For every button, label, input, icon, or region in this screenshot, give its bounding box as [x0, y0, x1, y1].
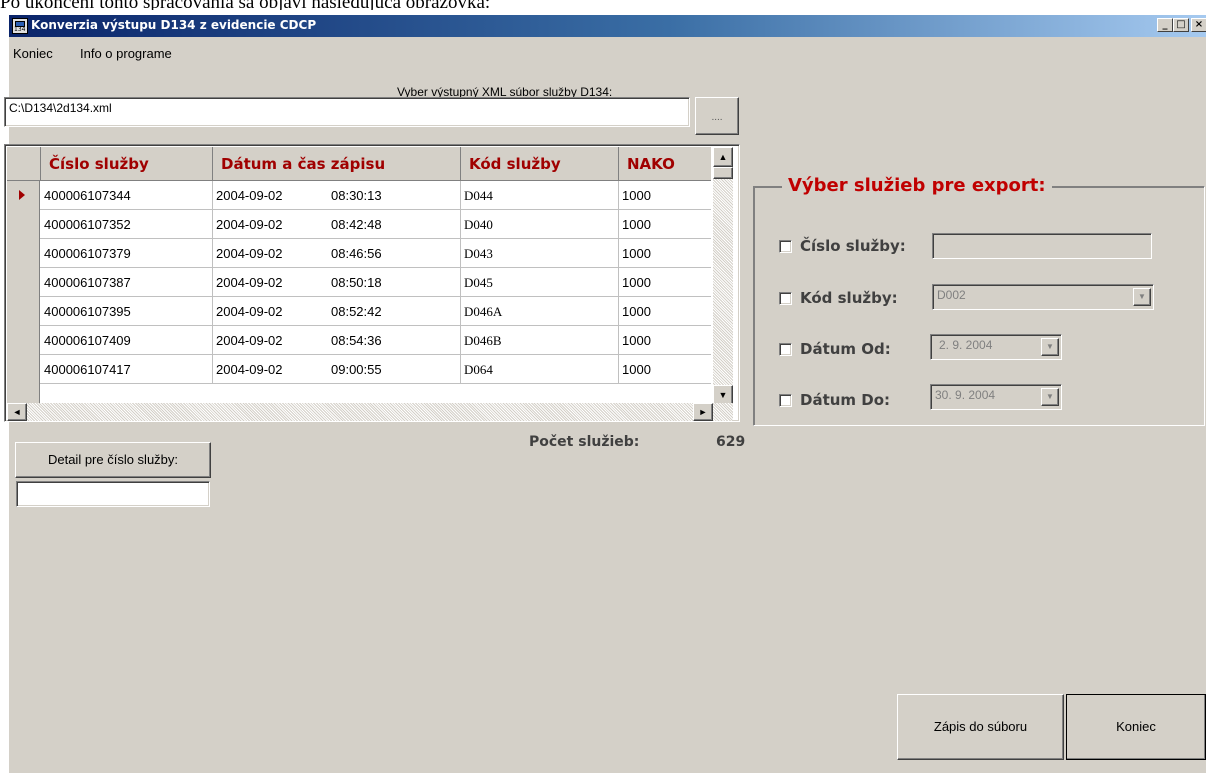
col-datum-cas[interactable]: Dátum a čas zápisu: [213, 147, 461, 181]
cell-nako: 1000: [622, 275, 651, 290]
grid-corner: [7, 147, 41, 181]
save-to-file-button[interactable]: Zápis do súboru: [897, 694, 1064, 760]
datum-od-label: Dátum Od:: [800, 340, 891, 358]
kod-checkbox[interactable]: [779, 292, 792, 305]
document-caption: Po ukončení tohto spracovania sa objaví …: [0, 0, 1206, 10]
cell-kod: D064: [461, 355, 619, 384]
table-row[interactable]: 400006107344 2004-09-02 08:30:13 D044 100…: [7, 181, 711, 210]
grid-horizontal-scrollbar[interactable]: ◄ ►: [7, 403, 733, 421]
kod-label: Kód služby:: [800, 289, 898, 307]
col-nako[interactable]: NAKO: [619, 147, 719, 181]
row-indicator: [7, 355, 40, 384]
cell-nako: 1000: [622, 362, 651, 377]
datum-do-checkbox[interactable]: [779, 394, 792, 407]
table-row[interactable]: 400006107379 2004-09-02 08:46:56 D043 100…: [7, 239, 711, 268]
cell-nako: 1000: [622, 188, 651, 203]
current-row-arrow-icon: [19, 190, 25, 200]
scroll-up-icon[interactable]: ▲: [713, 147, 733, 167]
cell-cislo: 400006107409: [41, 326, 213, 355]
table-row-partial: [7, 384, 711, 403]
cell-datum: 2004-09-02 08:52:42: [213, 297, 461, 326]
exit-button[interactable]: Koniec: [1066, 694, 1206, 760]
cislo-input[interactable]: [932, 233, 1152, 259]
minimize-button[interactable]: _: [1157, 18, 1173, 32]
cell-cislo: 400006107417: [41, 355, 213, 384]
app-icon[interactable]: 134: [12, 18, 28, 34]
cell-datum: 2004-09-02 09:00:55: [213, 355, 461, 384]
table-row[interactable]: 400006107352 2004-09-02 08:42:48 D040 100…: [7, 210, 711, 239]
menu-koniec[interactable]: Koniec: [13, 46, 53, 61]
grid-vertical-scrollbar[interactable]: ▲ ▼: [713, 147, 733, 405]
detail-service-input[interactable]: [16, 481, 210, 507]
cislo-label: Číslo služby:: [800, 237, 906, 255]
cell-datum: 2004-09-02 08:50:18: [213, 268, 461, 297]
scroll-left-icon[interactable]: ◄: [7, 403, 27, 421]
cell-datum: 2004-09-02 08:30:13: [213, 181, 461, 210]
cell-kod: D046B: [461, 326, 619, 355]
table-row[interactable]: 400006107395 2004-09-02 08:52:42 D046A 10…: [7, 297, 711, 326]
cell-nako: 1000: [622, 304, 651, 319]
row-indicator: [7, 326, 40, 355]
services-grid[interactable]: Číslo služby Dátum a čas zápisu Kód služ…: [4, 144, 740, 422]
row-indicator: [7, 268, 40, 297]
cislo-checkbox[interactable]: [779, 240, 792, 253]
export-group-title: Výber služieb pre export:: [782, 175, 1052, 196]
file-path-input[interactable]: C:\D134\2d134.xml: [4, 97, 690, 127]
cell-kod: D045: [461, 268, 619, 297]
kod-dropdown-icon[interactable]: ▼: [1133, 288, 1151, 306]
cell-kod: D040: [461, 210, 619, 239]
vertical-scroll-thumb[interactable]: [713, 167, 733, 179]
cell-nako: 1000: [622, 246, 651, 261]
table-row[interactable]: 400006107417 2004-09-02 09:00:55 D064 100…: [7, 355, 711, 384]
datum-od-checkbox[interactable]: [779, 343, 792, 356]
row-indicator: [7, 181, 40, 210]
title-bar[interactable]: 134 Konverzia výstupu D134 z evidencie C…: [9, 15, 1206, 37]
datum-do-label: Dátum Do:: [800, 391, 891, 409]
window-title: Konverzia výstupu D134 z evidencie CDCP: [31, 18, 317, 32]
service-count-value: 629: [716, 434, 746, 450]
service-count-label: Počet služieb:: [529, 434, 640, 450]
datum-do-dropdown-icon[interactable]: ▼: [1041, 388, 1059, 406]
cell-kod: D044: [461, 181, 619, 210]
kod-select[interactable]: D002 ▼: [932, 284, 1154, 310]
cell-cislo: 400006107344: [41, 181, 213, 210]
cell-datum: 2004-09-02 08:42:48: [213, 210, 461, 239]
row-indicator: [7, 210, 40, 239]
maximize-button[interactable]: □: [1173, 18, 1189, 32]
col-cislo-sluzby[interactable]: Číslo služby: [41, 147, 213, 181]
grid-header: Číslo služby Dátum a čas zápisu Kód služ…: [7, 147, 711, 181]
table-row[interactable]: 400006107387 2004-09-02 08:50:18 D045 100…: [7, 268, 711, 297]
row-indicator: [7, 297, 40, 326]
cell-cislo: 400006107379: [41, 239, 213, 268]
row-indicator: [7, 239, 40, 268]
cell-datum: 2004-09-02 08:54:36: [213, 326, 461, 355]
table-row[interactable]: 400006107409 2004-09-02 08:54:36 D046B 10…: [7, 326, 711, 355]
menu-info[interactable]: Info o programe: [80, 46, 172, 61]
scroll-right-icon[interactable]: ►: [693, 403, 713, 421]
close-button[interactable]: ×: [1191, 18, 1206, 32]
datum-od-dropdown-icon[interactable]: ▼: [1041, 338, 1059, 356]
datum-do-picker[interactable]: 30. 9. 2004 ▼: [930, 384, 1062, 410]
cell-datum: 2004-09-02 08:46:56: [213, 239, 461, 268]
cell-cislo: 400006107387: [41, 268, 213, 297]
col-kod-sluzby[interactable]: Kód služby: [461, 147, 619, 181]
browse-button[interactable]: ....: [695, 97, 739, 135]
cell-nako: 1000: [622, 217, 651, 232]
cell-kod: D043: [461, 239, 619, 268]
cell-cislo: 400006107352: [41, 210, 213, 239]
cell-nako: 1000: [622, 333, 651, 348]
detail-button[interactable]: Detail pre číslo služby:: [15, 442, 211, 478]
cell-cislo: 400006107395: [41, 297, 213, 326]
scroll-down-icon[interactable]: ▼: [713, 385, 733, 405]
cell-kod: D046A: [461, 297, 619, 326]
datum-od-picker[interactable]: 2. 9. 2004 ▼: [930, 334, 1062, 360]
